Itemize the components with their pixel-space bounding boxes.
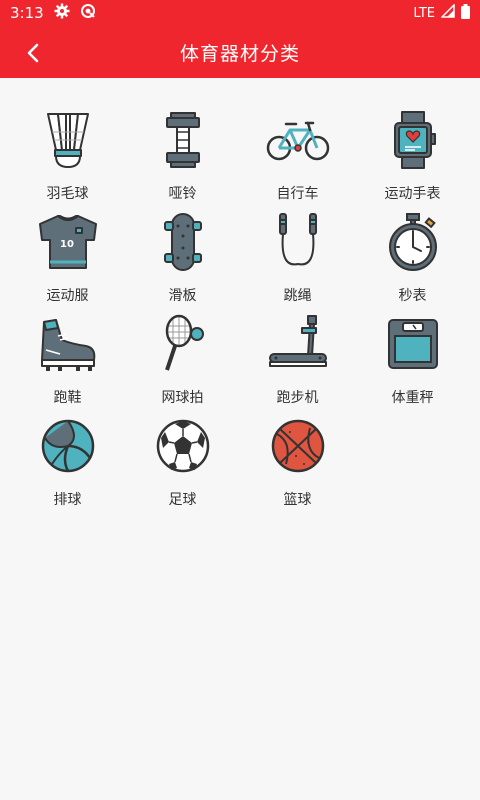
settings-icon xyxy=(54,3,70,23)
category-label: 运动服 xyxy=(46,288,89,304)
app-bar: 体育器材分类 xyxy=(0,26,480,78)
category-label: 哑铃 xyxy=(168,186,197,202)
category-label: 跑鞋 xyxy=(53,390,82,406)
category-label: 网球拍 xyxy=(161,390,204,406)
category-label: 跳绳 xyxy=(283,288,312,304)
treadmill-icon xyxy=(266,312,330,376)
back-arrow-icon xyxy=(27,43,39,63)
category-grid: 羽毛球 哑铃 自行车 运动手表 10 运动服 滑板 跳绳 秒表 跑鞋 网球拍 跑… xyxy=(10,108,470,516)
category-dumbbell[interactable]: 哑铃 xyxy=(125,108,240,210)
category-shuttlecock[interactable]: 羽毛球 xyxy=(10,108,125,210)
jump-rope-icon xyxy=(266,210,330,274)
smartwatch-icon xyxy=(381,108,445,172)
category-volleyball[interactable]: 排球 xyxy=(10,414,125,516)
sync-icon xyxy=(80,3,96,23)
back-button[interactable] xyxy=(18,38,48,68)
svg-text:10: 10 xyxy=(60,239,74,250)
category-scale[interactable]: 体重秤 xyxy=(355,312,470,414)
shuttlecock-icon xyxy=(36,108,100,172)
jersey-icon: 10 xyxy=(36,210,100,274)
category-label: 跑步机 xyxy=(276,390,319,406)
category-label: 运动手表 xyxy=(384,186,441,202)
category-label: 秒表 xyxy=(398,288,427,304)
category-label: 体重秤 xyxy=(391,390,434,406)
category-label: 排球 xyxy=(53,492,82,508)
scale-icon xyxy=(381,312,445,376)
category-label: 篮球 xyxy=(283,492,312,508)
category-label: 羽毛球 xyxy=(46,186,89,202)
dumbbell-icon xyxy=(151,108,215,172)
category-jersey[interactable]: 10 运动服 xyxy=(10,210,125,312)
stopwatch-icon xyxy=(381,210,445,274)
soccer-ball-icon xyxy=(151,414,215,478)
network-type: LTE xyxy=(413,5,435,21)
category-label: 足球 xyxy=(168,492,197,508)
category-bicycle[interactable]: 自行车 xyxy=(240,108,355,210)
status-time: 3:13 xyxy=(10,4,44,22)
category-smartwatch[interactable]: 运动手表 xyxy=(355,108,470,210)
category-label: 自行车 xyxy=(276,186,319,202)
running-shoe-icon xyxy=(36,312,100,376)
category-label: 滑板 xyxy=(168,288,197,304)
tennis-racket-icon xyxy=(151,312,215,376)
bicycle-icon xyxy=(266,108,330,172)
category-jump-rope[interactable]: 跳绳 xyxy=(240,210,355,312)
category-stopwatch[interactable]: 秒表 xyxy=(355,210,470,312)
category-basketball[interactable]: 篮球 xyxy=(240,414,355,516)
category-running-shoe[interactable]: 跑鞋 xyxy=(10,312,125,414)
page-title: 体育器材分类 xyxy=(179,42,300,65)
category-skateboard[interactable]: 滑板 xyxy=(125,210,240,312)
volleyball-icon xyxy=(36,414,100,478)
status-bar: 3:13 LTE xyxy=(0,0,480,26)
category-tennis-racket[interactable]: 网球拍 xyxy=(125,312,240,414)
category-soccer-ball[interactable]: 足球 xyxy=(125,414,240,516)
category-treadmill[interactable]: 跑步机 xyxy=(240,312,355,414)
basketball-icon xyxy=(266,414,330,478)
signal-icon xyxy=(440,3,455,22)
skateboard-icon xyxy=(151,210,215,274)
battery-icon xyxy=(461,3,470,23)
